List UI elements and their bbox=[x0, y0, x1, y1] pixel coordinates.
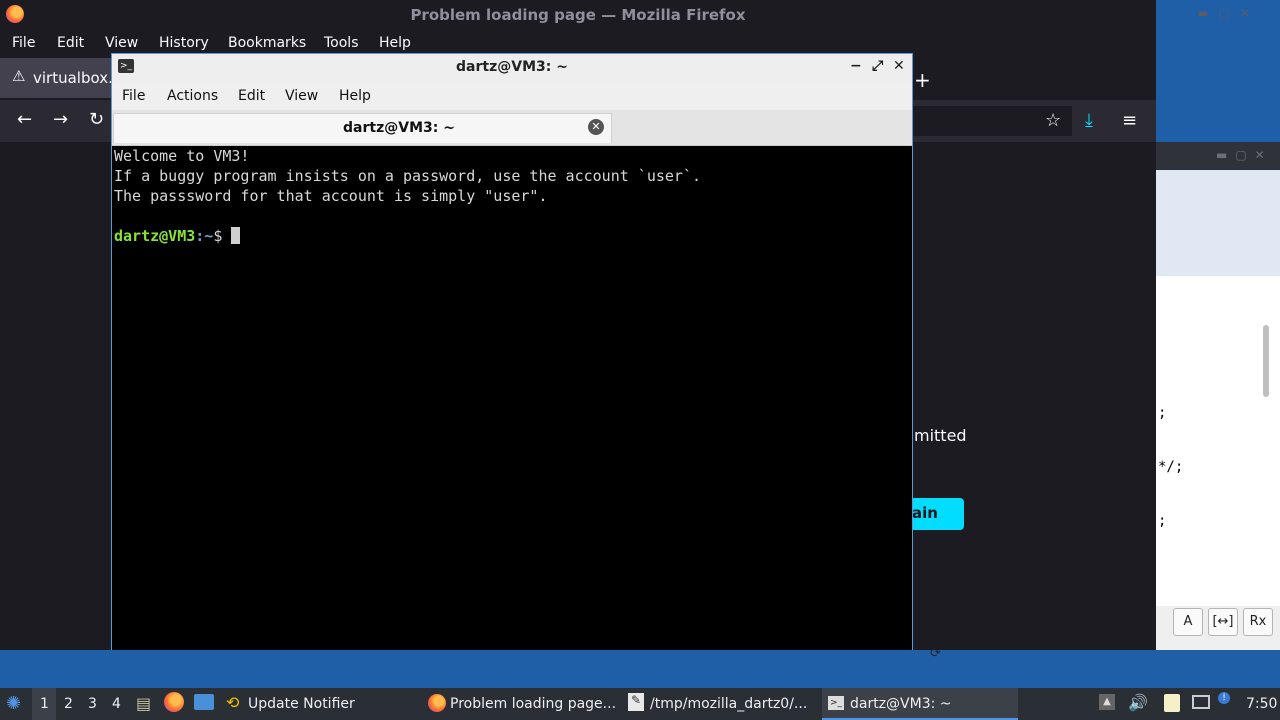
firefox-tab-label: virtualbox.o bbox=[33, 69, 123, 87]
terminal-task-icon: >_ bbox=[828, 696, 844, 710]
prompt-path: :~ bbox=[195, 227, 214, 245]
new-tab-icon[interactable]: + bbox=[914, 68, 931, 92]
task-label: /tmp/mozilla_dartz0/... bbox=[650, 696, 808, 712]
editor-scrollbar[interactable] bbox=[1263, 325, 1269, 397]
firefox-launcher-icon[interactable] bbox=[164, 692, 184, 712]
task-editor[interactable]: ✎ /tmp/mozilla_dartz0/... bbox=[624, 688, 820, 720]
editor-window-controls[interactable]: ▬▢✕ bbox=[1216, 148, 1273, 162]
task-label: Update Notifier bbox=[248, 696, 355, 712]
clock[interactable]: 7:50 bbox=[1246, 696, 1277, 712]
prompt-symbol: $ bbox=[213, 227, 232, 245]
ff-menu-bookmarks[interactable]: Bookmarks bbox=[228, 35, 306, 51]
terminal-title: dartz@VM3: ~ bbox=[456, 59, 568, 75]
try-again-label: ain bbox=[912, 504, 938, 522]
desktop-background bbox=[0, 650, 1280, 688]
firefox-task-icon bbox=[428, 694, 446, 712]
minimize-icon[interactable]: − bbox=[850, 58, 862, 74]
code-line: ; bbox=[1158, 405, 1167, 421]
prompt-line: dartz@VM3:~$ bbox=[114, 226, 910, 246]
regex-button[interactable]: Rx bbox=[1243, 608, 1273, 636]
task-terminal[interactable]: >_ dartz@VM3: ~ bbox=[822, 688, 1018, 720]
workspace-1[interactable]: 1 bbox=[32, 688, 56, 720]
workspace-3[interactable]: 3 bbox=[88, 696, 97, 712]
task-update-notifier[interactable]: ⟲ Update Notifier bbox=[222, 688, 418, 720]
font-button[interactable]: A bbox=[1173, 608, 1203, 636]
volume-icon[interactable]: 🔊 bbox=[1128, 693, 1148, 712]
editor-code[interactable]: ; */; ; bbox=[1158, 368, 1183, 548]
term-menu-file[interactable]: File bbox=[122, 88, 145, 104]
workspace-2[interactable]: 2 bbox=[64, 696, 73, 712]
terminal-app-icon[interactable]: >_ bbox=[118, 59, 134, 73]
reload-icon[interactable]: ↻ bbox=[89, 109, 104, 130]
ff-menu-help[interactable]: Help bbox=[379, 35, 411, 51]
notification-icon[interactable]: ! bbox=[1218, 692, 1230, 704]
tray-eject-icon[interactable]: ▲ bbox=[1099, 694, 1115, 710]
terminal-menubar: File Actions Edit View Help bbox=[112, 82, 912, 110]
task-label: dartz@VM3: ~ bbox=[850, 696, 952, 712]
task-firefox[interactable]: Problem loading page... bbox=[422, 688, 620, 720]
forward-icon[interactable]: → bbox=[53, 109, 68, 130]
editor-toolbar-area bbox=[1156, 170, 1280, 276]
ff-menu-file[interactable]: File bbox=[12, 35, 35, 51]
ff-menu-edit[interactable]: Edit bbox=[57, 35, 84, 51]
firefox-tab[interactable]: ⚠ virtualbox.o bbox=[0, 58, 122, 98]
output-line: If a buggy program insists on a password… bbox=[114, 167, 701, 185]
term-menu-edit[interactable]: Edit bbox=[238, 88, 265, 104]
refresh-icon[interactable]: ⟳ bbox=[930, 646, 941, 661]
error-page-text: mitted bbox=[914, 426, 967, 445]
firefox-titlebar[interactable]: Problem loading page — Mozilla Firefox bbox=[0, 0, 1156, 30]
term-menu-view[interactable]: View bbox=[285, 88, 318, 104]
ff-menu-history[interactable]: History bbox=[159, 35, 209, 51]
bookmark-star-icon[interactable]: ☆ bbox=[1045, 110, 1061, 131]
terminal-output[interactable]: Welcome to VM3! If a buggy program insist… bbox=[114, 146, 910, 680]
editor-task-icon: ✎ bbox=[628, 693, 644, 711]
network-icon[interactable] bbox=[1192, 695, 1210, 709]
code-line: */; bbox=[1158, 459, 1184, 475]
maximize-icon[interactable]: ⤢ bbox=[872, 58, 883, 74]
text-cursor bbox=[231, 227, 241, 244]
close-icon[interactable]: ✕ bbox=[893, 58, 905, 74]
term-menu-help[interactable]: Help bbox=[339, 88, 371, 104]
firefox-window-title: Problem loading page — Mozilla Firefox bbox=[410, 6, 746, 24]
taskbar: ✺ 1 2 3 4 ▤ ⟲ Update Notifier Problem lo… bbox=[0, 688, 1280, 720]
update-icon: ⟲ bbox=[226, 693, 240, 712]
output-line: Welcome to VM3! bbox=[114, 147, 250, 165]
prompt-user: dartz@VM3 bbox=[114, 227, 196, 245]
desktop-icon[interactable] bbox=[194, 694, 214, 710]
ff-menu-view[interactable]: View bbox=[105, 35, 138, 51]
try-again-button[interactable]: ain bbox=[912, 498, 964, 530]
ff-menu-tools[interactable]: Tools bbox=[324, 35, 359, 51]
tab-close-icon[interactable]: ✕ bbox=[588, 119, 604, 135]
code-line: ; bbox=[1158, 513, 1167, 529]
firefox-logo-icon bbox=[6, 5, 24, 23]
terminal-titlebar[interactable]: dartz@VM3: ~ − ⤢ ✕ bbox=[112, 54, 912, 82]
clipboard-icon[interactable] bbox=[1164, 694, 1180, 712]
file-manager-icon[interactable]: ▤ bbox=[136, 694, 151, 713]
output-line: The passsword for that account is simply… bbox=[114, 187, 548, 205]
terminal-tab[interactable]: dartz@VM3: ~ bbox=[113, 113, 612, 143]
wrap-button[interactable]: [↔] bbox=[1208, 608, 1238, 636]
workspace-label: 1 bbox=[40, 696, 49, 712]
start-menu-icon[interactable]: ✺ bbox=[6, 693, 21, 714]
term-menu-actions[interactable]: Actions bbox=[167, 88, 218, 104]
back-icon[interactable]: ← bbox=[17, 109, 32, 130]
firefox-window-controls[interactable]: ▬▢✕ bbox=[1197, 6, 1260, 20]
hamburger-menu-icon[interactable]: ≡ bbox=[1122, 110, 1137, 131]
task-label: Problem loading page... bbox=[450, 696, 617, 712]
workspace-4[interactable]: 4 bbox=[112, 696, 121, 712]
warning-icon: ⚠ bbox=[12, 67, 26, 85]
download-icon[interactable]: ⤓ bbox=[1085, 110, 1093, 131]
